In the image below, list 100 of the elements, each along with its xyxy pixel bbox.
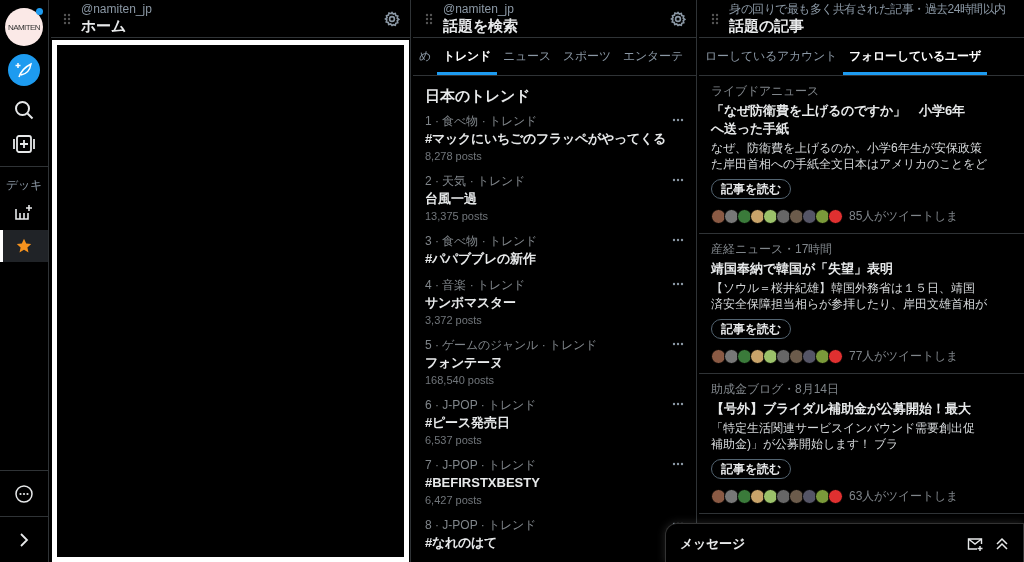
article-title[interactable]: 靖国奉納で韓国が「失望」表明 bbox=[711, 260, 893, 278]
columns-plus-icon bbox=[15, 204, 33, 220]
trend-topic[interactable]: #マックにいちごのフラッペがやってくる bbox=[425, 129, 667, 148]
post-count: 8,278 posts bbox=[425, 149, 482, 164]
more-options-icon[interactable] bbox=[672, 282, 684, 286]
column-subtitle: 身の回りで最も多く共有された記事・過去24時間以内 bbox=[729, 2, 1006, 16]
settings-icon[interactable] bbox=[670, 10, 686, 27]
avatar bbox=[763, 348, 778, 364]
tweet-count: 63人がツイートしま bbox=[849, 487, 959, 505]
double-chevron-up-icon[interactable] bbox=[995, 536, 1009, 551]
avatar bbox=[828, 488, 843, 504]
trend-category: 8 · J-POP · トレンド bbox=[425, 517, 537, 533]
compose-button[interactable] bbox=[8, 54, 40, 86]
tweet-count: 77人がツイートしま bbox=[849, 347, 959, 365]
more-options-icon[interactable] bbox=[672, 178, 684, 182]
trend-category: 3 · 食べ物 · トレンド bbox=[425, 233, 537, 249]
article-source: ライブドアニュース bbox=[711, 83, 819, 99]
avatar bbox=[815, 348, 830, 364]
read-article-button[interactable]: 記事を読む bbox=[711, 179, 791, 199]
trend-topic[interactable]: #ピース発売日 bbox=[425, 413, 511, 432]
article-summary: 「特定生活関連サービスインバウンド需要創出促 補助金)」が公募開始します！ ブラ bbox=[711, 420, 975, 452]
post-count: 3,372 posts bbox=[425, 313, 482, 328]
avatar bbox=[802, 348, 817, 364]
logo-text: NAMITEN bbox=[8, 22, 40, 32]
avatar bbox=[711, 488, 726, 504]
avatar bbox=[776, 208, 791, 224]
avatar bbox=[789, 488, 804, 504]
column-title: 話題の記事 bbox=[729, 16, 804, 35]
trend-topic[interactable]: サンボマスター bbox=[425, 293, 516, 312]
avatar bbox=[763, 208, 778, 224]
avatar bbox=[789, 208, 804, 224]
avatar bbox=[776, 348, 791, 364]
deck-item[interactable] bbox=[0, 230, 48, 262]
avatar bbox=[828, 208, 843, 224]
trend-category: 4 · 音楽 · トレンド bbox=[425, 277, 525, 293]
more-options-icon[interactable] bbox=[672, 462, 684, 466]
tab[interactable]: ローしているアカウント bbox=[699, 38, 843, 75]
avatar bbox=[737, 208, 752, 224]
avatar bbox=[815, 208, 830, 224]
avatar bbox=[802, 208, 817, 224]
drag-handle-icon[interactable] bbox=[711, 12, 719, 25]
feather-icon bbox=[15, 61, 33, 79]
post-count: 6,537 posts bbox=[425, 433, 482, 448]
star-icon bbox=[16, 238, 32, 254]
messages-title[interactable]: メッセージ bbox=[680, 534, 745, 553]
chevron-right-icon[interactable] bbox=[19, 531, 29, 548]
post-count: 6,427 posts bbox=[425, 493, 482, 508]
trend-category: 7 · J-POP · トレンド bbox=[425, 457, 537, 473]
avatar bbox=[750, 208, 765, 224]
drag-handle-icon[interactable] bbox=[425, 12, 433, 25]
new-message-icon[interactable] bbox=[967, 535, 983, 552]
trend-category: 6 · J-POP · トレンド bbox=[425, 397, 537, 413]
avatar bbox=[763, 488, 778, 504]
account-handle: @namiten_jp bbox=[443, 2, 514, 16]
tab[interactable]: スポーツ bbox=[557, 38, 617, 75]
tab[interactable]: エンターテ bbox=[617, 38, 689, 75]
add-column-icon[interactable] bbox=[13, 134, 35, 154]
more-options-icon[interactable] bbox=[672, 238, 684, 242]
trend-topic[interactable]: #パパブブレの新作 bbox=[425, 249, 537, 268]
column-title: ホーム bbox=[81, 16, 126, 35]
account-handle: @namiten_jp bbox=[81, 2, 152, 16]
avatar bbox=[789, 348, 804, 364]
tab[interactable]: ニュース bbox=[497, 38, 557, 75]
trend-topic[interactable]: #なれのはて bbox=[425, 533, 498, 552]
section-title: 日本のトレンド bbox=[425, 86, 530, 105]
article-source: 助成金ブログ・8月14日 bbox=[711, 381, 840, 397]
tab[interactable]: フォローしているユーザ bbox=[843, 38, 987, 75]
section-label: デッキ bbox=[6, 177, 42, 194]
trend-topic[interactable]: フォンテーヌ bbox=[425, 353, 503, 372]
settings-icon[interactable] bbox=[384, 10, 400, 27]
trend-category: 2 · 天気 · トレンド bbox=[425, 173, 525, 189]
tab[interactable]: トレンド bbox=[437, 38, 497, 75]
avatar bbox=[724, 208, 739, 224]
article-title[interactable]: 「なぜ防衛費を上げるのですか」 小学6年 へ送った手紙 bbox=[711, 102, 966, 138]
more-icon[interactable] bbox=[15, 484, 33, 503]
trend-category: 1 · 食べ物 · トレンド bbox=[425, 113, 537, 129]
drag-handle-icon[interactable] bbox=[63, 12, 71, 25]
trend-topic[interactable]: 台風一過 bbox=[425, 189, 477, 208]
avatar bbox=[828, 348, 843, 364]
avatar bbox=[776, 488, 791, 504]
avatar bbox=[802, 488, 817, 504]
tab[interactable]: め bbox=[413, 38, 437, 75]
logo[interactable]: NAMITEN bbox=[5, 8, 43, 46]
more-options-icon[interactable] bbox=[672, 402, 684, 406]
article-summary: なぜ、防衛費を上げるのか。小学6年生が安保政策 た岸田首相への手紙全文日本はアメリカのことをど bbox=[711, 140, 987, 172]
more-options-icon[interactable] bbox=[672, 118, 684, 122]
more-options-icon[interactable] bbox=[672, 342, 684, 346]
avatar bbox=[737, 488, 752, 504]
post-count: 168,540 posts bbox=[425, 373, 495, 388]
avatar bbox=[737, 348, 752, 364]
search-icon[interactable] bbox=[14, 100, 34, 120]
avatar bbox=[711, 348, 726, 364]
post-count: 13,375 posts bbox=[425, 209, 488, 224]
article-summary: 【ソウル＝桜井紀雄】韓国外務省は１５日、靖国 済安全保障担当相らが参拝したり、岸田文雄首相が bbox=[711, 280, 987, 312]
read-article-button[interactable]: 記事を読む bbox=[711, 319, 791, 339]
avatar bbox=[750, 348, 765, 364]
trend-category: 5 · ゲームのジャンル · トレンド bbox=[425, 337, 597, 353]
read-article-button[interactable]: 記事を読む bbox=[711, 459, 791, 479]
trend-topic[interactable]: #BEFIRSTXBESTY bbox=[425, 473, 540, 492]
article-title[interactable]: 【号外】ブライダル補助金が公募開始！最大 bbox=[711, 400, 971, 418]
